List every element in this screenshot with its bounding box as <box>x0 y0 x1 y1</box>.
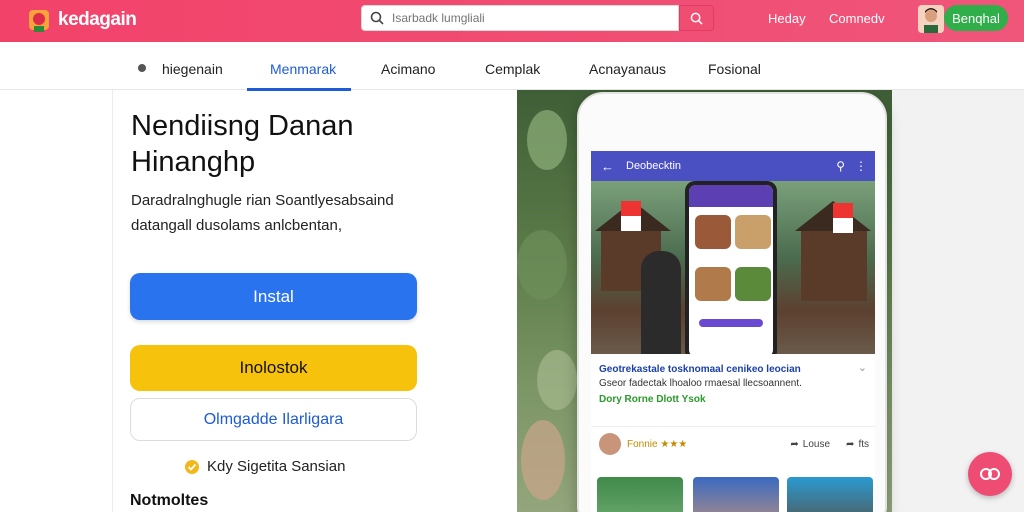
forward-label[interactable]: fts <box>858 439 869 450</box>
secondary-button[interactable]: Inolostok <box>130 345 417 391</box>
app-bar-title: Deobecktin <box>626 160 682 172</box>
app-info-panel: Nendiisng Danan Hinanghp Daradralnghugle… <box>112 90 517 512</box>
title-line-2: Hinanghp <box>131 146 256 178</box>
search-button[interactable] <box>679 5 714 31</box>
tab-acimano[interactable]: Acimano <box>381 61 435 77</box>
app-bar: ← Deobecktin ⚲ ⋮ <box>591 151 875 181</box>
top-header: kedagain Heday Comnedv Benqhal <box>0 0 1024 42</box>
chat-fab-button[interactable] <box>968 452 1012 496</box>
search-icon <box>690 12 703 25</box>
more-vert-icon[interactable]: ⋮ <box>855 159 867 173</box>
share-icon[interactable]: ➦ <box>790 439 798 450</box>
nav-link-comnedv[interactable]: Comnedv <box>829 11 885 26</box>
hero-image: ← Deobecktin ⚲ ⋮ Geotrekastale tosknomaa… <box>517 90 1024 512</box>
chevron-down-icon[interactable]: ⌄ <box>858 361 867 374</box>
verified-row: Kdy Sigetita Sansian <box>185 458 345 475</box>
search-icon <box>370 11 384 25</box>
avatar[interactable] <box>918 5 944 33</box>
check-badge-icon <box>185 459 199 474</box>
post-title: Geotrekastale tosknomaal cenikeo leocian <box>599 364 801 375</box>
install-button[interactable]: Instal <box>130 273 417 320</box>
thumbnail[interactable] <box>693 477 779 512</box>
page-title: Nendiisng Danan Hinanghp <box>131 108 511 180</box>
user-avatar-icon <box>918 5 944 33</box>
notes-heading: Notmoltes <box>130 492 209 509</box>
thumbnail[interactable] <box>787 477 873 512</box>
search-input[interactable] <box>392 11 672 25</box>
description-line-1: Daradralnghugle rian Soantlyesabsaind <box>131 192 394 209</box>
tab-menmarak[interactable]: Menmarak <box>270 61 336 77</box>
share-label[interactable]: Louse <box>803 439 830 450</box>
forward-icon[interactable]: ➦ <box>846 439 854 450</box>
description-line-2: datangall dusolams anlcbentan, <box>131 217 342 234</box>
tab-acnayanaus[interactable]: Acnayanaus <box>589 61 666 77</box>
tab-fosional[interactable]: Fosional <box>708 61 761 77</box>
verified-label: Kdy Sigetita Sansian <box>207 458 346 475</box>
author-row: Fonnie ★★★ ➦ Louse ➦ fts <box>599 433 869 455</box>
tab-hiegenain[interactable]: hiegenain <box>162 61 223 77</box>
chat-icon <box>980 468 1000 480</box>
brand-name[interactable]: kedagain <box>58 9 137 31</box>
post-card[interactable]: Geotrekastale tosknomaal cenikeo leocian… <box>599 363 869 407</box>
tab-cemplak[interactable]: Cemplak <box>485 61 540 77</box>
search-icon[interactable]: ⚲ <box>836 159 845 173</box>
author-name: Fonnie ★★★ <box>627 438 688 450</box>
post-subtitle: Gseor fadectak lhoaloo rmaesal llecsoann… <box>599 378 802 389</box>
back-arrow-icon[interactable]: ← <box>601 159 614 174</box>
signup-button[interactable]: Benqhal <box>944 5 1008 31</box>
thumbnail-row <box>597 477 875 512</box>
app-description: Daradralnghugle rian Soantlyesabsaind da… <box>131 188 511 238</box>
brand-logo-icon[interactable] <box>26 6 52 34</box>
village-photo <box>591 181 875 354</box>
outline-button[interactable]: Olmgadde Ilarligara <box>130 398 417 441</box>
search-bar[interactable] <box>361 5 679 31</box>
inner-phone <box>685 181 777 354</box>
author-avatar[interactable] <box>599 433 621 455</box>
nav-link-heday[interactable]: Heday <box>768 11 806 26</box>
phone-mockup: ← Deobecktin ⚲ ⋮ Geotrekastale tosknomaa… <box>577 92 887 512</box>
thumbnail[interactable] <box>597 477 683 512</box>
home-icon <box>138 64 146 72</box>
category-tabs: hiegenain Menmarak Acimano Cemplak Acnay… <box>0 42 1024 91</box>
title-line-1: Nendiisng Danan <box>131 110 354 142</box>
post-tag: Dory Rorne Dlott Ysok <box>599 394 706 405</box>
phone-screen: ← Deobecktin ⚲ ⋮ Geotrekastale tosknomaa… <box>591 151 875 512</box>
